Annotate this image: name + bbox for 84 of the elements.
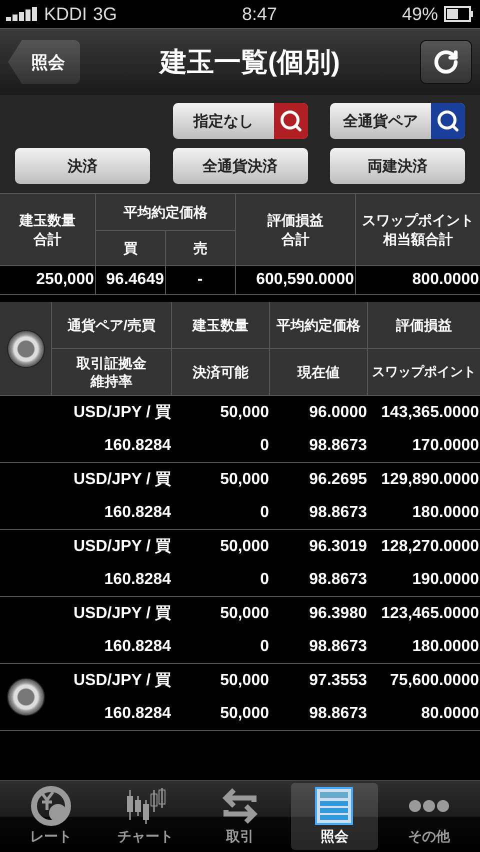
- table-cell-text: 98.8673: [308, 570, 368, 590]
- table-cell-text: USD/JPY / 買: [72, 671, 172, 691]
- table-cell-text: 180.0000: [411, 636, 480, 656]
- table-cell-text: 80.0000: [420, 704, 480, 724]
- table-cell-text: 0: [259, 570, 270, 590]
- table-cell-text: 50,000: [219, 470, 270, 490]
- refresh-button[interactable]: [420, 40, 472, 84]
- yen-dollar-icon: [29, 786, 74, 826]
- table-cell-text: 98.8673: [308, 704, 368, 724]
- clock-text: 8:47: [242, 4, 278, 24]
- table-cell-text: 50,000: [219, 704, 270, 724]
- table-cell: -: [166, 266, 235, 294]
- table-cell-text: 160.8284: [103, 502, 172, 522]
- column-header: スワップポイント: [368, 349, 480, 395]
- search-icon: [436, 109, 460, 133]
- table-cell-text: 98.8673: [308, 436, 368, 456]
- column-header: スワップポイント相当額合計: [356, 194, 480, 265]
- radio-button[interactable]: [6, 330, 44, 368]
- signal-icon: [6, 7, 38, 21]
- tab-item[interactable]: その他: [386, 783, 472, 850]
- table-cell-text: 0: [259, 436, 270, 456]
- network-text: 3G: [93, 4, 118, 24]
- table-cell-text: 96.0000: [308, 402, 368, 422]
- table-cell-text: USD/JPY / 買: [72, 604, 172, 624]
- table-cell-text: 160.8284: [103, 636, 172, 656]
- column-header: 評価損益: [368, 302, 480, 348]
- table-cell-text: 0: [259, 502, 270, 522]
- action-button[interactable]: 決済: [15, 148, 150, 184]
- table-cell-text: 190.0000: [411, 570, 480, 590]
- table-cell-text: 160.8284: [103, 436, 172, 456]
- table-cell-text: 96.3019: [308, 536, 368, 556]
- column-header: 決済可能: [172, 349, 269, 395]
- table-cell-text: USD/JPY / 買: [72, 537, 172, 557]
- table-cell-text: 96.2695: [308, 470, 368, 490]
- tab-item[interactable]: 照会: [291, 783, 378, 850]
- carrier-text: KDDI: [44, 4, 88, 24]
- column-header: 建玉数量合計: [0, 194, 95, 265]
- column-header: 通貨ペア/売買: [52, 302, 171, 348]
- table-cell-text: 98.8673: [308, 636, 368, 656]
- table-cell-text: USD/JPY / 買: [72, 470, 172, 490]
- tab-item[interactable]: チャート: [102, 783, 189, 850]
- back-button[interactable]: 照会: [8, 40, 80, 84]
- tab-item[interactable]: レート: [8, 783, 94, 850]
- battery-text: 49%: [402, 4, 438, 24]
- table-cell: 600,590.0000: [236, 266, 355, 294]
- search-icon: [279, 109, 303, 133]
- table-cell-text: 160.8284: [103, 570, 172, 590]
- column-header: 買: [96, 231, 165, 265]
- table-cell-text: 50,000: [219, 402, 270, 422]
- table-cell-text: 50,000: [219, 536, 270, 556]
- table-cell-text: 123,465.0000: [380, 604, 480, 624]
- table-cell-text: 170.0000: [411, 436, 480, 456]
- column-header: 取引証拠金維持率: [52, 349, 171, 395]
- column-header: 評価損益合計: [236, 194, 355, 265]
- action-button[interactable]: 全通貨決済: [172, 148, 308, 184]
- refresh-icon: [432, 49, 459, 75]
- table-cell-text: 129,890.0000: [380, 470, 480, 490]
- filter-button[interactable]: 全通貨ペア: [330, 103, 465, 139]
- column-header: 建玉数量: [172, 302, 269, 348]
- table-cell-text: 50,000: [219, 604, 270, 624]
- tab-item[interactable]: 取引: [196, 783, 284, 850]
- column-header: 現在値: [270, 349, 367, 395]
- table-cell-text: 50,000: [219, 670, 270, 690]
- column-header: 平均約定価格: [96, 194, 235, 230]
- action-button[interactable]: 両建決済: [330, 148, 465, 184]
- table-cell-text: 75,600.0000: [389, 670, 480, 690]
- battery-icon: [444, 6, 474, 22]
- table-cell-text: 96.3980: [308, 604, 368, 624]
- radio-button[interactable]: [7, 678, 45, 716]
- table-cell-text: 180.0000: [411, 502, 480, 522]
- table-cell-text: 97.3553: [308, 670, 368, 690]
- table-cell-text: 143,365.0000: [380, 402, 480, 422]
- screen-title: 建玉一覧(個別): [160, 46, 340, 79]
- filter-button[interactable]: 指定なし: [173, 103, 308, 139]
- table-cell-text: USD/JPY / 買: [72, 403, 172, 423]
- table-cell-text: 0: [259, 636, 270, 656]
- table-cell-text: 98.8673: [308, 502, 368, 522]
- table-cell: 96.4649: [96, 266, 165, 294]
- table-cell: 800.0000: [356, 266, 480, 294]
- column-header: 売: [166, 231, 235, 265]
- table-cell: 250,000: [0, 266, 95, 294]
- column-header: 平均約定価格: [270, 302, 367, 348]
- table-cell-text: 128,270.0000: [380, 536, 480, 556]
- table-cell-text: 160.8284: [103, 704, 172, 724]
